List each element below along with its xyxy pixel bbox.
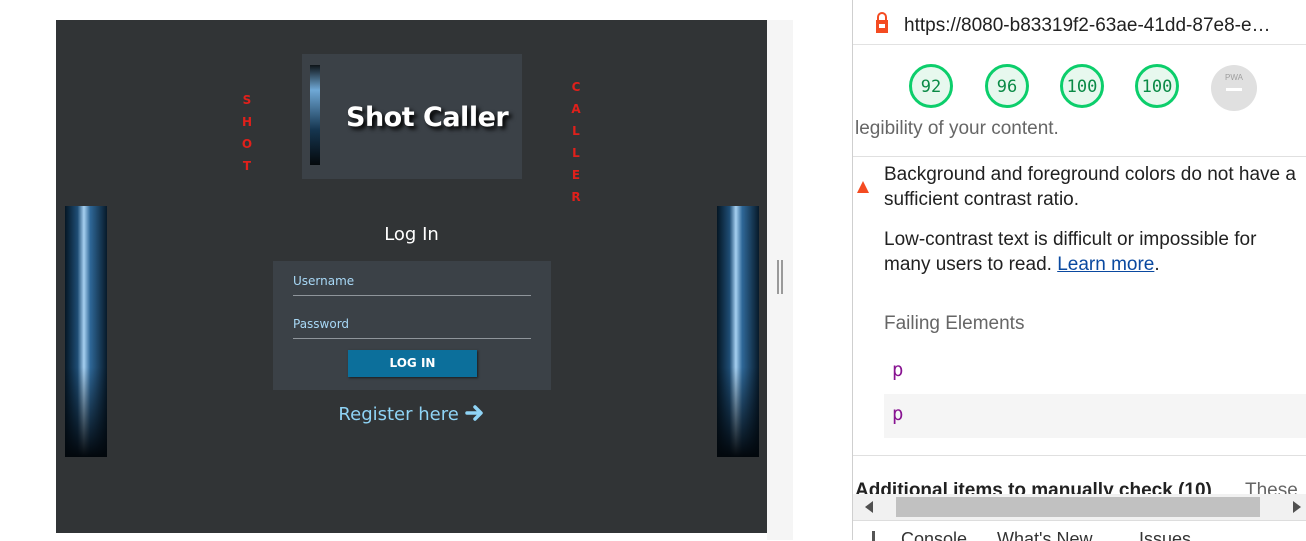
- divider: [853, 455, 1306, 456]
- failing-element-row[interactable]: p: [884, 394, 1306, 438]
- register-link[interactable]: Register here: [56, 404, 767, 425]
- tab-issues[interactable]: Issues: [1139, 529, 1191, 541]
- warning-triangle-icon: [857, 181, 869, 193]
- seo-score-gauge[interactable]: 100: [1135, 64, 1179, 108]
- clipped-description: legibility of your content.: [855, 118, 1059, 139]
- audit-title[interactable]: Background and foreground colors do not …: [884, 162, 1304, 212]
- register-link-label: Register here: [338, 404, 459, 425]
- devtools-panel: https://8080-b83319f2-63ae-41dd-87e8-e… …: [852, 0, 1306, 541]
- tab-whats-new[interactable]: What's New: [997, 529, 1092, 541]
- report-url-bar: https://8080-b83319f2-63ae-41dd-87e8-e…: [853, 0, 1306, 45]
- pwa-label: PWA: [1225, 73, 1243, 82]
- resize-handle[interactable]: [777, 260, 783, 294]
- failing-element-row[interactable]: p: [884, 350, 1306, 394]
- username-field[interactable]: [293, 295, 531, 296]
- login-button[interactable]: LOG IN: [348, 350, 477, 377]
- password-label: Password: [293, 317, 350, 331]
- seo-score: 100: [1141, 77, 1173, 97]
- lighthouse-icon: [876, 12, 888, 33]
- failing-element-node[interactable]: p: [892, 403, 903, 425]
- audit-description: Low-contrast text is difficult or imposs…: [884, 227, 1304, 277]
- scroll-right-icon[interactable]: [1293, 501, 1301, 513]
- vertical-shot-text: SHOT: [241, 93, 253, 173]
- learn-more-suffix: .: [1154, 254, 1160, 275]
- light-strip-image: [310, 65, 320, 165]
- drawer-tabbar: Console What's New Issues: [853, 520, 1306, 541]
- accessibility-score-gauge[interactable]: 96: [985, 64, 1029, 108]
- performance-score-gauge[interactable]: 92: [909, 64, 953, 108]
- tab-console[interactable]: Console: [901, 529, 967, 541]
- divider: [853, 156, 1306, 157]
- horizontal-scrollbar[interactable]: [853, 494, 1306, 520]
- performance-score: 92: [920, 77, 942, 97]
- password-field[interactable]: [293, 338, 531, 339]
- report-url: https://8080-b83319f2-63ae-41dd-87e8-e…: [904, 15, 1271, 36]
- failing-elements-heading: Failing Elements: [884, 313, 1025, 334]
- failing-element-node[interactable]: p: [892, 359, 903, 381]
- title-banner: Shot Caller: [302, 54, 522, 179]
- arrow-right-icon: [464, 405, 483, 421]
- login-form: Username Password LOG IN: [273, 261, 551, 390]
- pwa-badge[interactable]: PWA: [1211, 65, 1257, 111]
- vertical-caller-text: CALLER: [571, 80, 581, 204]
- username-label: Username: [293, 274, 355, 288]
- scrollbar-thumb[interactable]: [896, 497, 1260, 517]
- login-heading: Log In: [384, 224, 439, 245]
- best-practices-score-gauge[interactable]: 100: [1060, 64, 1104, 108]
- best-practices-score: 100: [1066, 77, 1098, 97]
- pwa-dash-icon: [1226, 88, 1242, 91]
- app-title: Shot Caller: [346, 102, 509, 133]
- app-viewport: SHOT CALLER Shot Caller Log In Username …: [56, 20, 767, 533]
- accessibility-score: 96: [996, 77, 1018, 97]
- learn-more-link[interactable]: Learn more: [1057, 254, 1154, 275]
- scroll-left-icon[interactable]: [865, 501, 873, 513]
